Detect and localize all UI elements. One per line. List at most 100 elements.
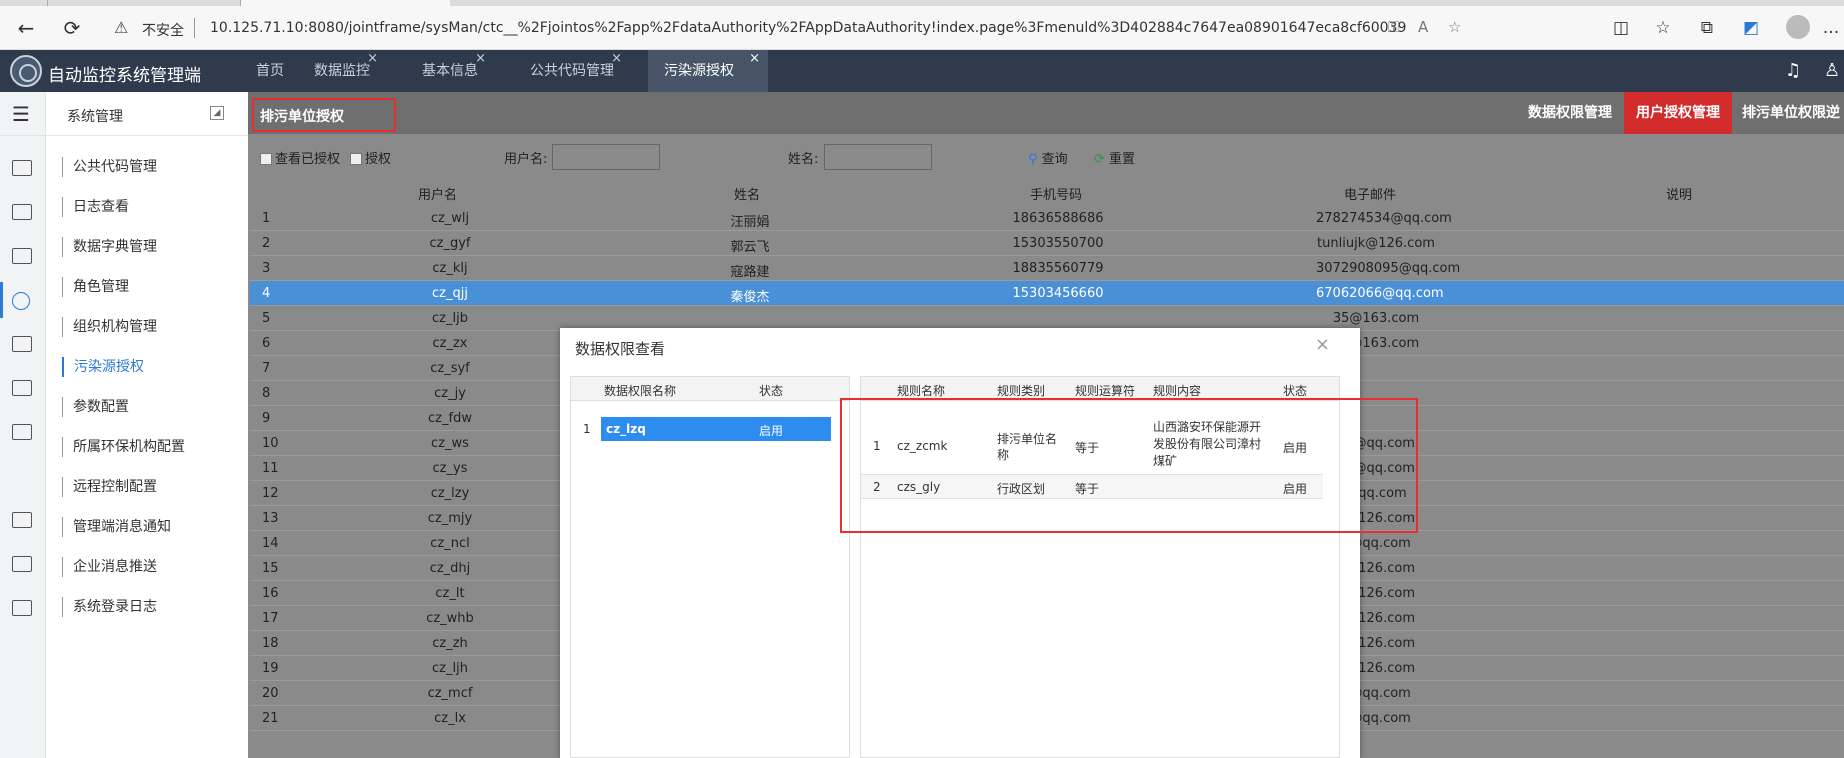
email-cell: 35@163.com — [1332, 311, 1420, 326]
authorize-button[interactable]: 授权 — [350, 148, 391, 167]
nav-tab-label: 污染源授权 — [664, 63, 734, 79]
back-icon[interactable]: ← — [12, 14, 40, 42]
analytics-icon[interactable] — [12, 600, 32, 616]
column-header: 状态 — [1283, 384, 1308, 398]
column-header: 说明 — [1666, 188, 1693, 203]
row-number: 2 — [262, 236, 271, 251]
sidebar-item-login-log[interactable]: 系统登录日志 — [62, 597, 157, 617]
nav-tab-home[interactable]: 首页 — [240, 50, 300, 92]
name-cell: 寇路建 — [730, 265, 770, 280]
hamburger-icon[interactable]: ☰ — [12, 102, 30, 126]
favorites-icon[interactable]: ☆ — [1652, 18, 1674, 38]
username-cell: cz_lx — [434, 711, 466, 726]
collapse-icon[interactable]: ◢ — [210, 106, 224, 120]
extension-icon[interactable]: ◩ — [1740, 18, 1762, 38]
sidebar-item-pollution-auth[interactable]: 污染源授权 — [62, 357, 144, 377]
insecure-label: 不安全 — [142, 23, 184, 39]
column-header: 规则类别 — [997, 384, 1046, 398]
view-authorized-button[interactable]: 查看已授权 — [260, 148, 340, 167]
close-icon[interactable]: × — [475, 38, 486, 80]
name-label: 姓名: — [788, 152, 819, 167]
more-icon[interactable]: ... — [1820, 18, 1842, 38]
nav-tab-label: 数据监控 — [314, 63, 370, 79]
sidebar-item-env-org[interactable]: 所属环保机构配置 — [62, 437, 185, 457]
row-number: 21 — [262, 711, 279, 726]
table-row[interactable]: 3 cz_klj 寇路建 18835560779 3072908095@qq.com — [250, 256, 1844, 281]
sidebar-item-roles[interactable]: 角色管理 — [62, 277, 129, 297]
nav-tab-data-monitor[interactable]: 数据监控 × — [298, 50, 386, 92]
username-cell: cz_whb — [426, 611, 474, 626]
document-icon[interactable] — [12, 424, 32, 440]
username-cell: cz_ys — [432, 461, 468, 476]
row-number: 10 — [262, 436, 279, 451]
username-cell: cz_ljb — [432, 311, 468, 326]
sidebar-item-org[interactable]: 组织机构管理 — [62, 317, 157, 337]
user-icon[interactable]: ♙ — [1824, 60, 1840, 81]
tab-user-auth[interactable]: 用户授权管理 — [1624, 92, 1732, 134]
nav-tab-basic-info[interactable]: 基本信息 × — [406, 50, 494, 92]
url-text[interactable]: 10.125.71.10:8080/jointframe/sysMan/ctc_… — [210, 20, 1406, 36]
tab-data-permission[interactable]: 数据权限管理 — [1516, 92, 1624, 134]
email-cell: 67062066@qq.com — [1316, 286, 1444, 301]
close-icon[interactable]: × — [1315, 334, 1330, 355]
column-header: 电子邮件 — [1344, 188, 1397, 203]
row-number: 13 — [262, 511, 279, 526]
favorite-add-icon[interactable]: ☆ — [1448, 18, 1461, 36]
close-icon[interactable]: × — [611, 38, 622, 80]
nav-tab-label: 首页 — [256, 63, 284, 79]
reset-button[interactable]: ⟳ 重置 — [1094, 148, 1135, 167]
list-item[interactable]: 1 cz_lzq 启用 — [571, 417, 849, 441]
monitor-icon[interactable] — [12, 336, 32, 352]
name-cell: 汪丽娟 — [730, 215, 770, 230]
table-row[interactable]: 1 cz_wlj 汪丽娟 18636588686 278274534@qq.com — [250, 206, 1844, 231]
edit-icon — [350, 153, 362, 165]
lightning-icon[interactable] — [12, 248, 32, 264]
address-bar[interactable]: ⚠ 不安全 10.125.71.10:8080/jointframe/sysMa… — [100, 12, 1505, 44]
chart-icon[interactable] — [12, 160, 32, 176]
sidebar-item-params[interactable]: 参数配置 — [62, 397, 129, 417]
username-input[interactable] — [552, 144, 660, 170]
row-number: 6 — [262, 336, 271, 351]
calendar-icon[interactable] — [12, 380, 32, 396]
close-icon[interactable]: × — [367, 38, 378, 80]
sidebar-item-dictionary[interactable]: 数据字典管理 — [62, 237, 157, 257]
sidebar-item-notify[interactable]: 管理端消息通知 — [62, 517, 171, 537]
username-label: 用户名: — [504, 152, 548, 167]
email-cell: 278274534@qq.com — [1316, 211, 1452, 226]
split-screen-icon[interactable]: ◫ — [1610, 18, 1632, 38]
sidebar-item-remote[interactable]: 远程控制配置 — [62, 477, 157, 497]
key-icon[interactable]: ⚿ — [1388, 18, 1399, 36]
reload-icon[interactable]: ⟳ — [58, 14, 86, 42]
read-aloud-icon[interactable]: A — [1418, 18, 1428, 36]
table-row[interactable]: 4 cz_qjj 秦俊杰 15303456660 67062066@qq.com — [250, 281, 1844, 306]
bell-icon[interactable]: ♫ — [1785, 60, 1801, 81]
nav-tab-public-code[interactable]: 公共代码管理 × — [514, 50, 630, 92]
tab-unit-permission[interactable]: 排污单位权限逆 — [1732, 92, 1840, 134]
phone-cell: 18835560779 — [1012, 261, 1104, 276]
close-icon[interactable]: × — [749, 38, 760, 80]
sidebar-item-public-code[interactable]: 公共代码管理 — [62, 157, 157, 177]
sidebar-item-log[interactable]: 日志查看 — [62, 197, 129, 217]
nav-tab-pollution-auth[interactable]: 污染源授权 × — [648, 50, 768, 92]
search-label: 查询 — [1041, 152, 1068, 167]
table-row[interactable]: 2 cz_gyf 郭云飞 15303550700 tunliujk@126.com — [250, 231, 1844, 256]
row-number: 12 — [262, 486, 279, 501]
username-cell: cz_dhj — [429, 561, 471, 576]
sidebar-item-push[interactable]: 企业消息推送 — [62, 557, 157, 577]
permission-list-header: 数据权限名称 状态 — [571, 377, 849, 401]
column-header: 规则内容 — [1153, 384, 1202, 398]
name-cell: 郭云飞 — [730, 240, 770, 255]
filter-bar: 查看已授权 授权 用户名: 姓名: ⚲ 查询 ⟳ 重置 — [248, 144, 1844, 170]
collections-icon[interactable]: ⧉ — [1696, 18, 1718, 38]
row-number: 4 — [262, 286, 271, 301]
report-icon[interactable] — [12, 556, 32, 572]
search-button[interactable]: ⚲ 查询 — [1028, 148, 1068, 167]
profile-avatar[interactable] — [1786, 15, 1810, 39]
row-number: 9 — [262, 411, 271, 426]
settings-icon[interactable] — [12, 204, 32, 220]
nav-tab-label: 公共代码管理 — [530, 63, 614, 79]
permission-status: 启用 — [759, 424, 784, 438]
stats-icon[interactable] — [12, 512, 32, 528]
name-input[interactable] — [824, 144, 932, 170]
search-icon[interactable] — [12, 292, 30, 310]
